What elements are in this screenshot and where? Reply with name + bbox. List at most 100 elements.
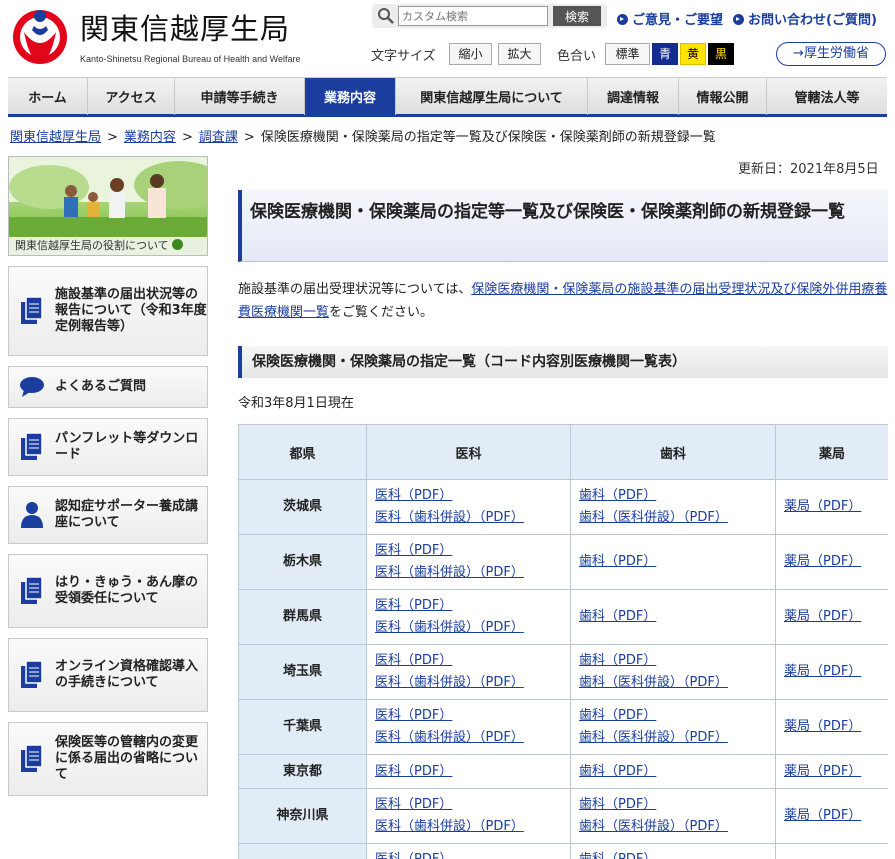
as-of-date: 令和3年8月1日現在	[238, 396, 354, 411]
medical-pdf-link[interactable]: 医科（PDF）	[375, 705, 562, 727]
mhlw-link-button[interactable]: →厚生労働省	[776, 42, 886, 66]
dental-pdf-link[interactable]: 歯科（PDF）	[579, 705, 767, 727]
breadcrumb-research[interactable]: 調査課	[199, 130, 238, 145]
logo-icon[interactable]	[10, 4, 70, 66]
search-icon	[378, 8, 394, 24]
medical-pdf-link[interactable]: 医科（PDF）	[375, 650, 562, 672]
dental-pdf-link[interactable]: 歯科（医科併設）（PDF）	[579, 672, 767, 694]
medical-pdf-link[interactable]: 医科（PDF）	[375, 794, 562, 816]
dental-pdf-link[interactable]: 歯科（PDF）	[579, 650, 767, 672]
sidebar-item-label: オンライン資格確認導入の手続きについて	[55, 659, 199, 690]
dental-pdf-link[interactable]: 歯科（PDF）	[579, 849, 767, 859]
dental-pdf-link[interactable]: 歯科（医科併設）（PDF）	[579, 507, 767, 529]
sidebar-item-acupuncture[interactable]: はり・きゅう・あん摩の受領委任について	[8, 554, 208, 628]
color-standard-button[interactable]: 標準	[605, 43, 650, 65]
medical-cell: 医科（PDF）医科（歯科併設）（PDF）	[366, 644, 571, 700]
nav-home[interactable]: ホーム	[8, 78, 88, 115]
table-row: 千葉県 医科（PDF） 医科（歯科併設）（PDF） 歯科（PDF） 歯科（医科併設）（P…	[238, 699, 888, 755]
nav-about[interactable]: 関東信越厚生局について	[396, 78, 588, 115]
opinion-link[interactable]: ご意見・ご要望	[617, 9, 723, 28]
table-row: 神奈川県 医科（PDF） 医科（歯科併設）（PDF） 歯科（PDF） 歯科（医科併設）（…	[238, 788, 888, 844]
medical-pdf-link[interactable]: 医科（歯科併設）（PDF）	[375, 562, 562, 584]
sidebar-item-online-qualification[interactable]: オンライン資格確認導入の手続きについて	[8, 638, 208, 712]
arrow-right-icon: →	[793, 46, 804, 61]
nav-procedures[interactable]: 申請等手続き	[175, 78, 305, 115]
dental-pdf-link[interactable]: 歯科（PDF）	[579, 606, 767, 628]
designation-table-wrapper: 都県 医科 歯科 薬局 茨城県 医科（PDF） 医科（歯科併設）（PDF） 歯科（PD…	[238, 424, 888, 859]
sidebar-item-label: よくあるご質問	[55, 379, 147, 394]
breadcrumb-separator: >	[243, 130, 255, 145]
table-row: 栃木県 医科（PDF） 医科（歯科併設）（PDF） 歯科（PDF） 薬局（PDF）	[238, 534, 888, 590]
dental-cell: 歯科（PDF）歯科（医科併設）（PDF）	[570, 699, 776, 755]
medical-pdf-link[interactable]: 医科（PDF）	[375, 540, 562, 562]
pharmacy-pdf-link[interactable]: 薬局（PDF）	[784, 551, 880, 573]
dental-pdf-link[interactable]: 歯科（PDF）	[579, 551, 767, 573]
document-icon	[21, 744, 43, 772]
medical-pdf-link[interactable]: 医科（歯科併設）（PDF）	[375, 617, 562, 639]
sidebar-item-faq[interactable]: よくあるご質問	[8, 366, 208, 408]
contact-link-label: お問い合わせ(ご質問)	[748, 13, 877, 28]
opinion-link-label: ご意見・ご要望	[632, 13, 724, 28]
pharmacy-pdf-link[interactable]: 薬局（PDF）	[784, 606, 880, 628]
sidebar-item-dementia[interactable]: 認知症サポーター養成講座について	[8, 486, 208, 544]
breadcrumb-home[interactable]: 関東信越厚生局	[10, 130, 101, 145]
nav-corporations[interactable]: 管轄法人等	[767, 78, 887, 115]
search-input[interactable]	[398, 6, 548, 26]
table-row: 埼玉県 医科（PDF） 医科（歯科併設）（PDF） 歯科（PDF） 歯科（医科併設）（P…	[238, 644, 888, 700]
breadcrumb-current: 保険医療機関・保険薬局の指定等一覧及び保険医・保険薬剤師の新規登録一覧	[260, 130, 716, 145]
prefecture-cell: 栃木県	[238, 534, 367, 590]
document-icon	[21, 296, 43, 324]
medical-pdf-link[interactable]: 医科（歯科併設）（PDF）	[375, 727, 562, 749]
medical-pdf-link[interactable]: 医科（PDF）	[375, 485, 562, 507]
sidebar-item-jurisdiction-change[interactable]: 保険医等の管轄内の変更に係る届出の省略について	[8, 722, 208, 796]
dental-pdf-link[interactable]: 歯科（PDF）	[579, 794, 767, 816]
sidebar-item-pamphlet[interactable]: パンフレット等ダウンロード	[8, 418, 208, 476]
pharmacy-pdf-link[interactable]: 薬局（PDF）	[784, 805, 880, 827]
medical-pdf-link[interactable]: 医科（PDF）	[375, 761, 562, 783]
medical-pdf-link[interactable]: 医科（歯科併設）（PDF）	[375, 507, 562, 529]
pharmacy-pdf-link[interactable]: 薬局（PDF）	[784, 716, 880, 738]
breadcrumb-separator: >	[181, 130, 193, 145]
medical-pdf-link[interactable]: 医科（歯科併設）（PDF）	[375, 816, 562, 838]
nav-access[interactable]: アクセス	[88, 78, 175, 115]
pharmacy-pdf-link[interactable]: 薬局（PDF）	[784, 661, 880, 683]
table-row: 群馬県 医科（PDF） 医科（歯科併設）（PDF） 歯科（PDF） 薬局（PDF）	[238, 589, 888, 645]
mhlw-link-label: 厚生労働省	[803, 46, 869, 61]
dental-pdf-link[interactable]: 歯科（PDF）	[579, 761, 767, 783]
font-enlarge-button[interactable]: 拡大	[498, 43, 541, 65]
medical-cell: 医科（PDF）	[366, 754, 571, 789]
prefecture-cell: 茨城県	[238, 479, 367, 535]
pharmacy-cell: 薬局（PDF）	[775, 479, 888, 535]
site-subtitle: Kanto-Shinetsu Regional Bureau of Health…	[80, 54, 301, 64]
update-date: 更新日：2021年8月5日	[738, 162, 879, 177]
search-button[interactable]: 検索	[553, 6, 601, 26]
prefecture-cell: 群馬県	[238, 589, 367, 645]
banner-caption-text: 関東信越厚生局の役割について	[15, 239, 169, 252]
nav-procurement[interactable]: 調達情報	[588, 78, 679, 115]
dental-pdf-link[interactable]: 歯科（医科併設）（PDF）	[579, 727, 767, 749]
font-shrink-button[interactable]: 縮小	[449, 43, 492, 65]
contact-link[interactable]: お問い合わせ(ご質問)	[733, 9, 877, 28]
color-black-button[interactable]: 黒	[708, 43, 734, 65]
nav-services[interactable]: 業務内容	[305, 78, 396, 115]
dental-cell: 歯科（PDF）	[570, 534, 776, 590]
pharmacy-pdf-link[interactable]: 薬局（PDF）	[784, 496, 880, 518]
color-blue-button[interactable]: 青	[652, 43, 678, 65]
medical-pdf-link[interactable]: 医科（PDF）	[375, 595, 562, 617]
pharmacy-pdf-link[interactable]: 薬局（PDF）	[784, 761, 880, 783]
role-banner[interactable]: 関東信越厚生局の役割について	[8, 156, 208, 256]
dental-pdf-link[interactable]: 歯科（医科併設）（PDF）	[579, 816, 767, 838]
medical-pdf-link[interactable]: 医科（PDF）	[375, 849, 562, 859]
page-title: 保険医療機関・保険薬局の指定等一覧及び保険医・保険薬剤師の新規登録一覧	[238, 190, 888, 262]
breadcrumb-services[interactable]: 業務内容	[124, 130, 176, 145]
color-yellow-button[interactable]: 黄	[680, 43, 706, 65]
sidebar-item-facility-report[interactable]: 施設基準の届出状況等の報告について（令和3年度定例報告等）	[8, 266, 208, 356]
nav-disclosure[interactable]: 情報公開	[679, 78, 767, 115]
arrow-circle-icon	[171, 239, 183, 250]
table-row: 新潟県医科（PDF）医科（歯科併設）（PDF）歯科（PDF）歯科（医科併設）（P…	[238, 843, 888, 859]
site-title[interactable]: 関東信越厚生局	[80, 6, 290, 48]
column-header-pharmacy: 薬局	[775, 424, 888, 480]
dental-pdf-link[interactable]: 歯科（PDF）	[579, 485, 767, 507]
dental-cell: 歯科（PDF）歯科（医科併設）（PDF）	[570, 843, 776, 859]
medical-pdf-link[interactable]: 医科（歯科併設）（PDF）	[375, 672, 562, 694]
